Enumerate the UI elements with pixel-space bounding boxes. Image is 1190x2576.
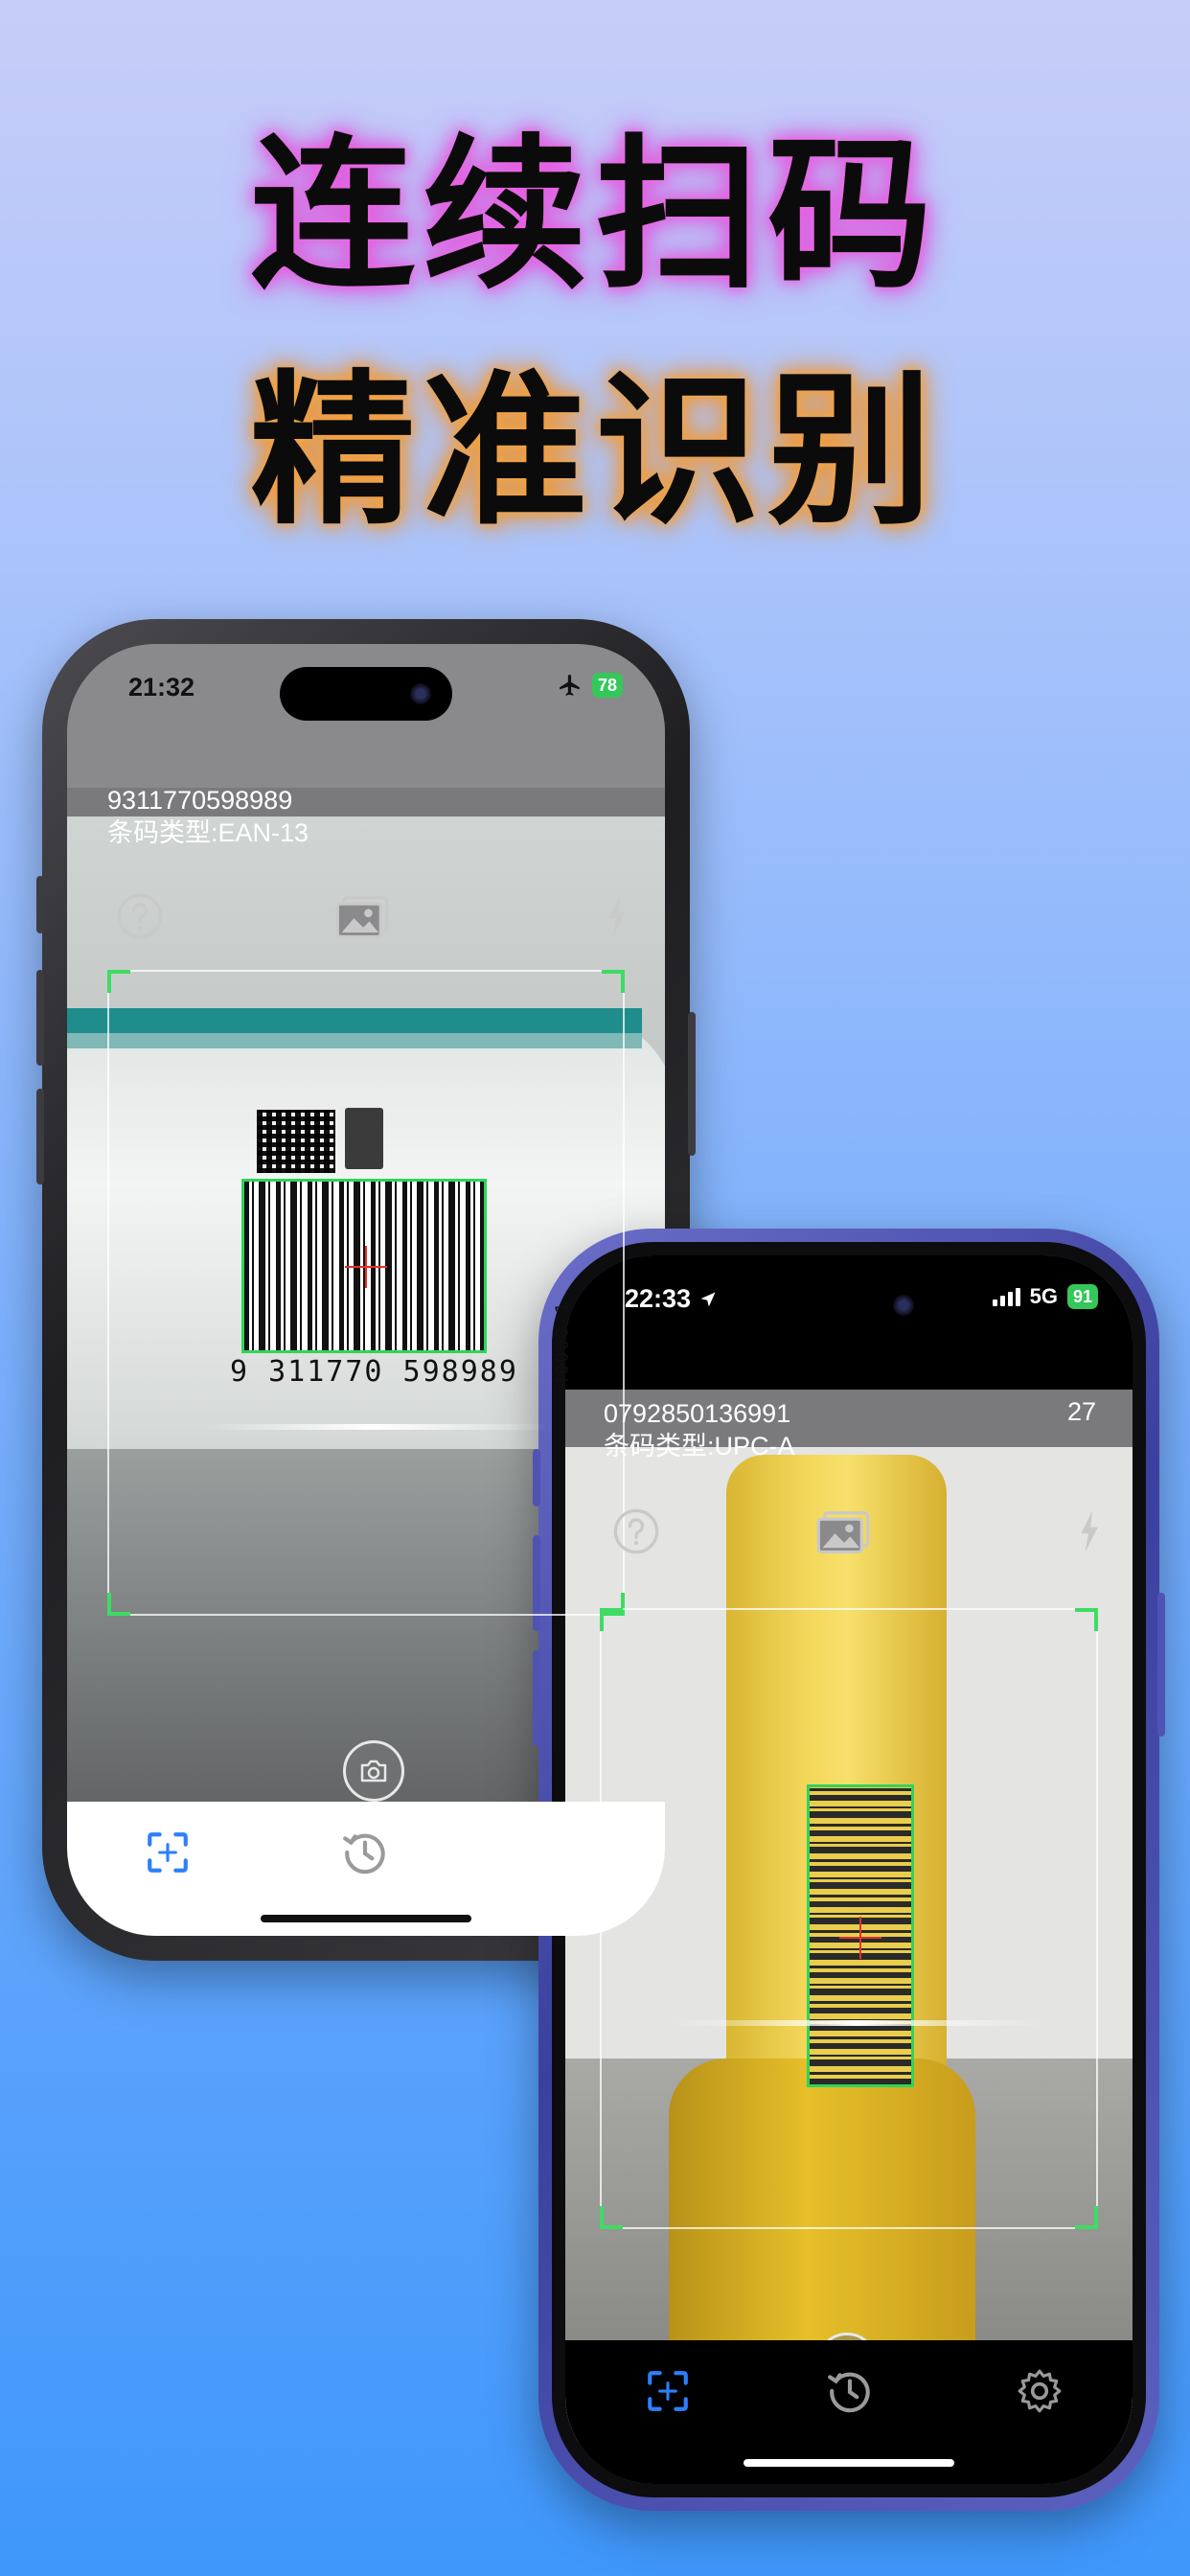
flash-icon [608,895,626,937]
label-block [345,1108,383,1169]
scan-count: 27 [1066,1397,1096,1426]
status-right: 78 [558,673,623,698]
tab-scan[interactable] [644,2367,692,2415]
image-icon [335,896,389,939]
location-arrow-icon [700,1292,716,1307]
scan-type: 条码类型:UPC-A [604,1432,795,1460]
signal-icon [992,1288,1020,1306]
flash-button[interactable] [600,891,634,941]
home-indicator [261,1915,471,1922]
scan-line [201,1424,546,1430]
airplane-icon [560,675,580,696]
barcode-digits: 9 311770 598989 [230,1355,518,1389]
home-indicator [744,2459,954,2467]
scan-line [671,2020,1044,2026]
gear-icon [1018,2369,1062,2413]
camera-icon [360,1760,387,1782]
scan-icon [648,2371,688,2411]
tab-history[interactable] [341,1828,389,1876]
scan-result: 9311770598989 条码类型:EAN-13 [107,784,309,849]
network-type: 5G [1029,1284,1058,1308]
scan-icon [148,1832,188,1873]
phone-action-button [36,876,44,933]
help-icon [117,893,163,939]
tab-history[interactable] [826,2367,874,2415]
flash-button[interactable] [1073,1506,1106,1556]
capture-button[interactable] [343,1740,404,1802]
scan-code: 9311770598989 [107,786,293,815]
tab-settings[interactable] [1016,2367,1064,2415]
side-code: 40000-1 [552,1300,573,1388]
dynamic-island [280,667,452,721]
dynamic-island [763,1278,935,1332]
history-icon [828,2372,870,2413]
help-icon [613,1508,659,1554]
battery-indicator: 91 [1066,1284,1098,1309]
help-button[interactable] [611,1506,661,1556]
phone-volume-up [36,970,44,1066]
crosshair [839,1917,881,1959]
phone-volume-down [533,1650,540,1746]
headline-continuous-scan: 连续扫码 [250,117,940,311]
headline-precise-recognition: 精准识别 [250,353,940,547]
scan-type: 条码类型:EAN-13 [107,818,309,847]
battery-indicator: 78 [591,673,623,698]
scan-code: 0792850136991 [604,1399,791,1428]
image-icon [816,1511,870,1554]
help-button[interactable] [115,891,165,941]
qr-code [257,1110,335,1173]
tab-bar [565,2340,1133,2484]
phone-volume-down [36,1089,44,1184]
status-right: 5G 91 [992,1284,1098,1309]
flash-icon [1081,1510,1098,1552]
status-time: 22:33 [625,1284,718,1314]
crosshair [345,1246,387,1288]
gallery-button[interactable] [814,1506,872,1556]
tab-scan[interactable] [144,1828,192,1876]
phone-power-button [688,1012,696,1156]
tab-bar [67,1802,665,1936]
gallery-button[interactable] [333,891,391,941]
status-time: 21:32 [128,673,195,702]
phone-power-button [1157,1593,1165,1736]
history-icon [343,1833,385,1874]
scan-result: 0792850136991 条码类型:UPC-A [604,1397,795,1462]
